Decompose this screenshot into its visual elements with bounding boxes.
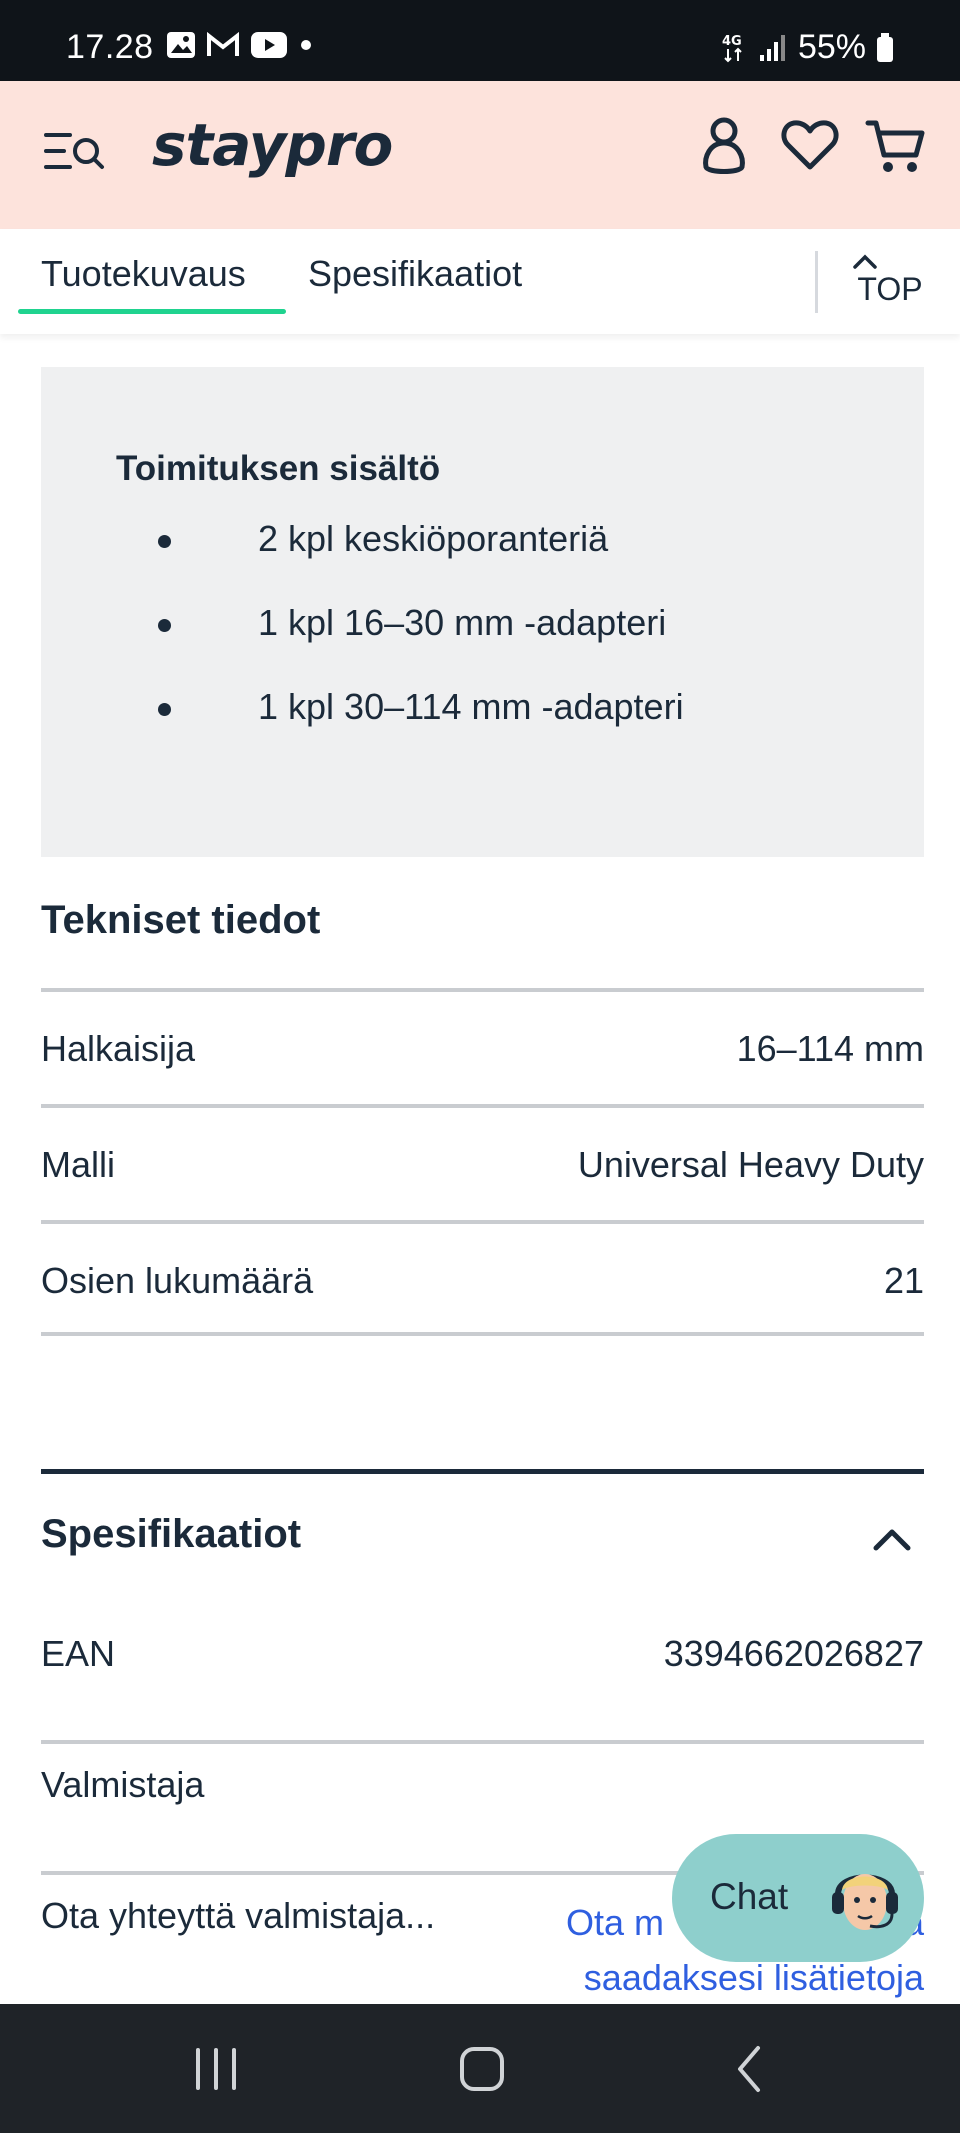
tech-table: Halkaisija 16–114 mm Malli Universal Hea…	[41, 988, 924, 1336]
section-divider	[41, 1469, 924, 1474]
account-icon[interactable]	[692, 113, 756, 177]
gmail-icon	[207, 32, 239, 56]
cart-icon[interactable]	[864, 113, 928, 177]
row-key: Osien lukumäärä	[41, 1260, 314, 1301]
system-indicators: 4G 55%	[720, 28, 894, 67]
status-bar: 17.28 4G 55%	[0, 0, 960, 81]
row-key: Malli	[41, 1144, 116, 1185]
row-value: 3394662026827	[663, 1633, 924, 1674]
list-item: 2 kpl keskiöporanteriä	[158, 517, 684, 601]
network-4g-icon: 4G	[722, 34, 742, 62]
row-value: 16–114 mm	[736, 1028, 924, 1069]
chevron-up-icon	[853, 254, 877, 269]
list-item: 1 kpl 30–114 mm -adapteri	[158, 685, 684, 769]
notification-icons	[166, 31, 314, 59]
chat-label: Chat	[710, 1876, 789, 1917]
system-nav-bar	[0, 2004, 960, 2133]
logo[interactable]: staypro	[152, 111, 393, 179]
chat-button[interactable]: Chat	[672, 1834, 924, 1962]
tech-title: Tekniset tiedot	[41, 898, 321, 942]
status-time: 17.28	[66, 28, 154, 66]
table-row: Malli Universal Heavy Duty	[41, 1104, 924, 1220]
delivery-list: 2 kpl keskiöporanteriä 1 kpl 16–30 mm -a…	[158, 517, 684, 769]
youtube-icon	[251, 32, 287, 58]
wishlist-heart-icon[interactable]	[778, 113, 842, 177]
support-agent-avatar-icon	[832, 1874, 898, 1930]
row-key: Ota yhteyttä valmistaja...	[41, 1895, 436, 1936]
dot-icon	[301, 40, 311, 50]
home-icon[interactable]	[452, 2044, 512, 2094]
active-tab-indicator	[18, 309, 286, 314]
recent-apps-icon[interactable]	[186, 2044, 246, 2094]
menu-search-icon[interactable]	[44, 119, 108, 183]
row-key: Valmistaja	[41, 1764, 205, 1805]
table-row: Osien lukumäärä 21	[41, 1220, 924, 1336]
back-icon[interactable]	[722, 2044, 782, 2094]
chevron-up-icon[interactable]	[868, 1518, 916, 1558]
tab-divider	[815, 251, 818, 313]
row-value: 21	[883, 1260, 924, 1301]
scroll-top-button[interactable]: TOP	[850, 251, 930, 308]
table-row: Halkaisija 16–114 mm	[41, 988, 924, 1104]
row-key: EAN	[41, 1633, 116, 1674]
tab-spesifikaatiot[interactable]: Spesifikaatiot	[308, 253, 522, 295]
tab-tuotekuvaus[interactable]: Tuotekuvaus	[41, 253, 246, 295]
table-row: EAN 3394662026827	[41, 1613, 924, 1744]
battery-icon	[877, 32, 893, 62]
svg-text:4G: 4G	[722, 34, 742, 49]
delivery-title: Toimituksen sisältö	[116, 449, 441, 488]
delivery-contents-box: Toimituksen sisältö 2 kpl keskiöporanter…	[41, 367, 924, 857]
row-value: Universal Heavy Duty	[577, 1144, 924, 1185]
battery-percent: 55%	[797, 28, 866, 66]
list-item: 1 kpl 16–30 mm -adapteri	[158, 601, 684, 685]
scroll-top-label: TOP	[857, 271, 923, 307]
gallery-icon	[167, 32, 195, 58]
site-header: staypro	[0, 81, 960, 229]
section-tabs: Tuotekuvaus Spesifikaatiot TOP	[0, 229, 960, 334]
signal-icon	[759, 34, 785, 61]
row-key: Halkaisija	[41, 1028, 196, 1069]
spec-title[interactable]: Spesifikaatiot	[41, 1512, 301, 1557]
